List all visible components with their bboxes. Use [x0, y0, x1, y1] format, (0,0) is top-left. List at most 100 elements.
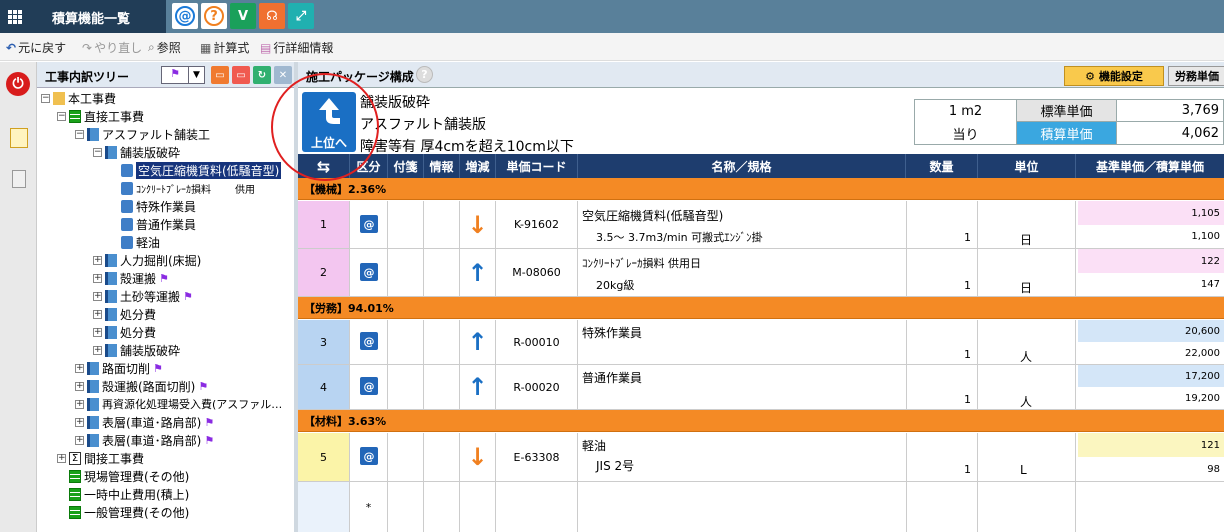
arrow-down-icon: ↓	[460, 201, 496, 248]
new-row[interactable]: *	[298, 482, 1224, 532]
tree-item[interactable]: 軽油	[121, 233, 160, 251]
tree-item[interactable]: + 処分費	[93, 305, 156, 323]
arrow-down-icon: ↓	[460, 433, 496, 481]
unit-code: R-00020	[496, 365, 578, 409]
tree-item[interactable]: − 直接工事費	[57, 107, 144, 125]
column-fusen: 付箋	[388, 154, 424, 178]
tree-view-icon[interactable]	[10, 128, 28, 148]
estimate-price: 22,000	[1185, 347, 1220, 359]
resource-icon	[121, 163, 133, 177]
labor-price-button[interactable]: 労務単価	[1168, 66, 1224, 86]
table-row[interactable]: 4 @ ↑ R-00020 普通作業員 1 人 17,200 19,200	[298, 365, 1224, 410]
tree-item[interactable]: − 舗装版破砕	[93, 143, 180, 161]
help-icon[interactable]: ?	[416, 66, 433, 83]
base-price: 122	[1078, 249, 1224, 273]
function-settings-button[interactable]: ⚙ 機能設定	[1064, 66, 1164, 86]
row-detail-icon: ▤	[260, 40, 272, 55]
annotation-circle	[271, 73, 379, 181]
close-icon[interactable]: ✕	[274, 66, 292, 84]
book-icon	[105, 145, 117, 159]
tree-item[interactable]: − アスファルト舗装工	[75, 125, 210, 143]
standard-price-label: 標準単価	[1017, 100, 1117, 122]
book-icon	[87, 415, 99, 429]
table-row[interactable]: 2 @ ↑ M-08060 ｺﾝｸﾘｰﾄﾌﾞﾚｰｶ損料 供用日 20kg級 1 …	[298, 249, 1224, 297]
item-spec: 3.5～ 3.7m3/min 可搬式ｴﾝｼﾞﾝ掛	[596, 231, 763, 244]
item-name: 普通作業員	[582, 371, 643, 385]
flag-icon: ⚑	[153, 361, 163, 375]
tree-item[interactable]: + 殻運搬 ⚑	[93, 269, 169, 287]
tree-item[interactable]: + 再資源化処理場受入費(アスファル…	[75, 395, 282, 413]
row-detail-button[interactable]: ▤ 行詳細情報	[260, 39, 333, 56]
document-icon[interactable]	[12, 170, 26, 188]
info-at-icon[interactable]: @	[360, 332, 378, 350]
support-button[interactable]: ☊	[259, 3, 285, 29]
unit-quantity: 1 m2	[915, 100, 1017, 122]
column-code: 単価コード	[496, 154, 578, 178]
formula-button[interactable]: ▦ 計算式	[200, 39, 249, 56]
row-number: 5	[298, 433, 350, 481]
resource-icon	[121, 181, 133, 195]
info-at-icon[interactable]: @	[360, 263, 378, 281]
unit-code: M-08060	[496, 249, 578, 296]
tree-item[interactable]: 普通作業員	[121, 215, 196, 233]
table-row[interactable]: 3 @ ↑ R-00010 特殊作業員 1 人 20,600 22,000	[298, 320, 1224, 365]
tree-item[interactable]: + 土砂等運搬 ⚑	[93, 287, 193, 305]
reference-button[interactable]: ⌕ 参照	[148, 39, 181, 56]
tree-item[interactable]: − 本工事費	[41, 89, 116, 107]
tree-item[interactable]: 特殊作業員	[121, 197, 196, 215]
tree-item[interactable]: + 殻運搬(路面切削) ⚑	[75, 377, 208, 395]
tree-item[interactable]: ｺﾝｸﾘｰﾄﾌﾞﾚｰｶ損料 供用	[121, 179, 255, 197]
estimate-price-value: 4,062	[1181, 125, 1219, 141]
item-name: 特殊作業員	[582, 326, 643, 340]
headset-icon: ☊	[266, 8, 278, 24]
table-row[interactable]: 5 @ ↓ E-63308 軽油 JIS 2号 1 L 121 98	[298, 433, 1224, 482]
info-at-icon[interactable]: @	[360, 447, 378, 465]
base-price: 121	[1078, 433, 1224, 457]
tree-title: 工事内訳ツリー	[45, 70, 130, 84]
gear-icon: ⚙	[1085, 69, 1095, 83]
book-icon	[87, 361, 99, 375]
title-bar: 積算機能一覧 @ ? V ☊ ⤢	[0, 0, 1224, 33]
info-at-icon[interactable]: @	[360, 215, 378, 233]
folder-add-icon[interactable]: ▭	[232, 66, 250, 84]
tree-item[interactable]: + 人力掘削(床掘)	[93, 251, 201, 269]
tree-item[interactable]: + 路面切削 ⚑	[75, 359, 163, 377]
tree-item[interactable]: + 舗装版破砕	[93, 341, 180, 359]
package-condition: 障害等有 厚4cmを超え10cm以下	[360, 139, 574, 155]
undo-button[interactable]: ↶ 元に戻す	[6, 39, 66, 56]
folder-open-icon[interactable]: ▭	[211, 66, 229, 84]
chevron-down-icon: ▼	[188, 67, 204, 83]
flag-filter-dropdown[interactable]: ⚑ ▼	[161, 66, 205, 84]
tree-item[interactable]: + Σ 間接工事費	[57, 449, 144, 467]
grid-menu-icon[interactable]	[8, 10, 22, 24]
table-row[interactable]: 1 @ ↓ K-91602 空気圧縮機賃料(低騒音型) 3.5～ 3.7m3/m…	[298, 201, 1224, 249]
section-header: 【材料】3.63%	[298, 410, 1224, 432]
table-header: ⇆ 区分 付箋 情報 増減 単価コード 名称／規格 数量 単位 基準単価／積算単…	[298, 154, 1224, 178]
menu-title-box[interactable]: 積算機能一覧	[0, 0, 166, 33]
help-button[interactable]: ?	[201, 3, 227, 29]
mail-button[interactable]: @	[172, 3, 198, 29]
beginner-button[interactable]: V	[230, 3, 256, 29]
tree-item[interactable]: 現場管理費(その他)	[69, 467, 189, 485]
quantity: 1	[964, 348, 971, 361]
tree-item[interactable]: + 表層(車道･路肩部) ⚑	[75, 413, 214, 431]
redo-button[interactable]: ↷ やり直し	[82, 39, 142, 56]
tree-item[interactable]: + 表層(車道･路肩部) ⚑	[75, 431, 214, 449]
flag-icon: ⚑	[204, 433, 215, 447]
arrow-up-icon: ↑	[460, 249, 496, 296]
fullscreen-button[interactable]: ⤢	[288, 3, 314, 29]
tree-panel: 工事内訳ツリー ⚑ ▼ ▭ ▭ ↻ ✕ − 本工事費 − 直接工事費 − アスファルト…	[37, 62, 296, 532]
quantity: 1	[964, 279, 971, 292]
tree-item-selected[interactable]: 空気圧縮機賃料(低騒音型)	[121, 161, 282, 179]
tree-item[interactable]: 一般管理費(その他)	[69, 503, 189, 521]
section-header: 【労務】94.01%	[298, 297, 1224, 319]
unit: 日	[1020, 233, 1033, 247]
flag-icon: ⚑	[198, 379, 209, 393]
info-at-icon[interactable]: @	[360, 377, 378, 395]
refresh-icon[interactable]: ↻	[253, 66, 271, 84]
tree-item[interactable]: + 処分費	[93, 323, 156, 341]
power-icon[interactable]: ⏻	[6, 72, 30, 96]
book-icon	[105, 289, 117, 303]
expand-icon: ⤢	[295, 8, 307, 24]
tree-item[interactable]: 一時中止費用(積上)	[69, 485, 189, 503]
